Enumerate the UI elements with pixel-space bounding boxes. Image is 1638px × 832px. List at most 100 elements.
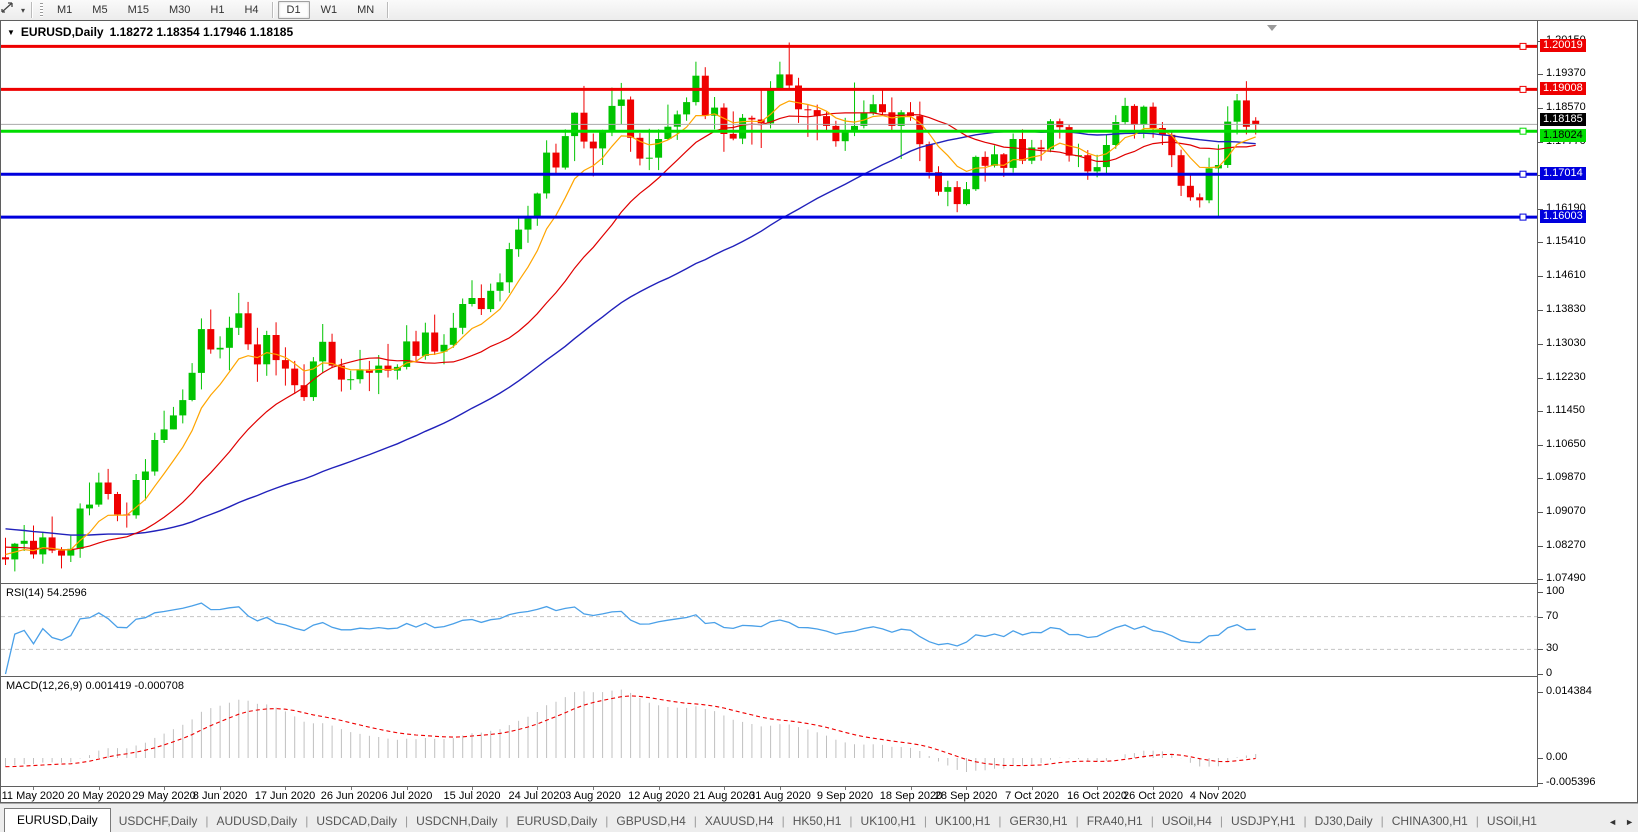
rsi-line bbox=[6, 603, 1256, 674]
line-drag-handle[interactable] bbox=[1520, 128, 1526, 134]
main-chart-canvas[interactable] bbox=[1, 21, 1537, 583]
macd-axis-tick-label: 0.00 bbox=[1546, 751, 1567, 763]
price-axis-tick-label: 1.07490 bbox=[1546, 572, 1586, 584]
price-axis-tick-label: 1.15410 bbox=[1546, 235, 1586, 247]
chart-tab-audusd-daily[interactable]: AUDUSD,Daily bbox=[209, 810, 306, 832]
rsi-axis-tick-label: 100 bbox=[1546, 585, 1564, 597]
price-axis-tick-label: 1.12230 bbox=[1546, 371, 1586, 383]
ma-fast-line bbox=[6, 101, 1256, 555]
toolbar-separator bbox=[272, 2, 274, 18]
chart-symbol-title: EURUSD,Daily bbox=[21, 25, 104, 39]
chart-title: ▼ EURUSD,Daily 1.18272 1.18354 1.17946 1… bbox=[7, 25, 293, 39]
time-axis-date-label: 15 Jul 2020 bbox=[444, 790, 501, 802]
chart-tab-hk50-h1[interactable]: HK50,H1 bbox=[785, 810, 850, 832]
time-axis-date-label: 4 Nov 2020 bbox=[1190, 790, 1246, 802]
price-axis-tick-label: 1.13030 bbox=[1546, 337, 1586, 349]
line-drag-handle[interactable] bbox=[1520, 171, 1526, 177]
timeframe-button-d1[interactable]: D1 bbox=[278, 1, 310, 19]
time-axis-date-label: 29 May 2020 bbox=[132, 790, 196, 802]
rsi-axis-tick-label: 30 bbox=[1546, 642, 1558, 654]
tool-dropdown-arrow-icon[interactable]: ▾ bbox=[21, 6, 25, 15]
timeframe-button-m30[interactable]: M30 bbox=[160, 1, 199, 19]
axis-tickmark bbox=[1538, 411, 1543, 412]
chart-collapse-icon[interactable]: ▼ bbox=[7, 28, 15, 37]
chart-tab-gbpusd-h4[interactable]: GBPUSD,H4 bbox=[608, 810, 693, 832]
timeframe-button-w1[interactable]: W1 bbox=[312, 1, 347, 19]
chart-tab-xauusd-h4[interactable]: XAUUSD,H4 bbox=[697, 810, 782, 832]
axis-tickmark bbox=[1538, 142, 1543, 143]
macd-histogram-group bbox=[6, 690, 1256, 772]
tab-scroll-left-icon[interactable]: ◄ bbox=[1604, 811, 1621, 832]
time-axis-date-label: 17 Jun 2020 bbox=[255, 790, 316, 802]
rsi-panel[interactable]: RSI(14) 54.2596 bbox=[1, 584, 1537, 677]
price-level-badge-1.19008: 1.19008 bbox=[1540, 82, 1586, 95]
timeframe-button-h4[interactable]: H4 bbox=[235, 1, 267, 19]
macd-canvas[interactable] bbox=[1, 677, 1537, 786]
chart-tab-dj30-daily[interactable]: DJ30,Daily bbox=[1307, 810, 1381, 832]
axis-tickmark bbox=[1538, 108, 1543, 109]
timeframe-button-group: M1M5M15M30H1H4 D1W1MN bbox=[47, 1, 392, 19]
line-drag-handle[interactable] bbox=[1520, 86, 1526, 92]
price-axis-tick-label: 1.09070 bbox=[1546, 505, 1586, 517]
axis-tickmark bbox=[1538, 649, 1543, 650]
price-panel[interactable]: ▼ EURUSD,Daily 1.18272 1.18354 1.17946 1… bbox=[1, 21, 1537, 584]
chart-tab-eurusd-daily[interactable]: EURUSD,Daily bbox=[509, 810, 606, 832]
axis-tickmark bbox=[1538, 478, 1543, 479]
chart-tab-china300-h1[interactable]: CHINA300,H1 bbox=[1384, 810, 1476, 832]
axis-tickmark bbox=[1538, 546, 1543, 547]
chart-tab-usdcnh-daily[interactable]: USDCNH,Daily bbox=[408, 810, 505, 832]
chart-tab-usoil-h1[interactable]: USOil,H1 bbox=[1479, 810, 1545, 832]
toolbar-grip-handle[interactable] bbox=[40, 3, 43, 17]
price-axis-tick-label: 1.09870 bbox=[1546, 471, 1586, 483]
price-level-badge-1.17014: 1.17014 bbox=[1540, 167, 1586, 180]
time-axis-date-label: 31 Aug 2020 bbox=[749, 790, 811, 802]
chart-tab-usdchf-daily[interactable]: USDCHF,Daily bbox=[111, 810, 206, 832]
chart-tab-uk100-h1[interactable]: UK100,H1 bbox=[853, 810, 924, 832]
axis-tickmark bbox=[1538, 378, 1543, 379]
ma-mid-line bbox=[6, 113, 1256, 550]
axis-tickmark bbox=[1538, 758, 1543, 759]
timeframe-button-mn[interactable]: MN bbox=[348, 1, 383, 19]
time-axis-date-label: 7 Oct 2020 bbox=[1005, 790, 1059, 802]
timeframe-button-m1[interactable]: M1 bbox=[48, 1, 81, 19]
price-axis-tick-label: 1.08270 bbox=[1546, 539, 1586, 551]
time-axis-date-label: 16 Oct 2020 bbox=[1067, 790, 1127, 802]
chart-tab-ger30-h1[interactable]: GER30,H1 bbox=[1002, 810, 1076, 832]
time-axis-date-label: 24 Jul 2020 bbox=[509, 790, 566, 802]
timeframe-button-m15[interactable]: M15 bbox=[119, 1, 158, 19]
price-axis-tick-label: 1.18570 bbox=[1546, 101, 1586, 113]
time-axis-date-label: 18 Sep 2020 bbox=[880, 790, 942, 802]
ma-slow-line bbox=[6, 131, 1256, 535]
time-axis[interactable]: 11 May 202020 May 202029 May 20208 Jun 2… bbox=[1, 787, 1537, 802]
chart-shift-marker-icon[interactable] bbox=[1267, 25, 1277, 31]
axis-tickmark bbox=[1538, 276, 1543, 277]
axis-tickmark bbox=[1538, 617, 1543, 618]
price-axis-tick-label: 1.19370 bbox=[1546, 67, 1586, 79]
chart-tab-usdcad-daily[interactable]: USDCAD,Daily bbox=[308, 810, 405, 832]
axis-tickmark bbox=[1538, 310, 1543, 311]
rsi-axis-tick-label: 0 bbox=[1546, 667, 1552, 679]
time-axis-date-label: 12 Aug 2020 bbox=[628, 790, 690, 802]
macd-panel[interactable]: MACD(12,26,9) 0.001419 -0.000708 bbox=[1, 677, 1537, 787]
macd-axis-tick-label: 0.014384 bbox=[1546, 685, 1592, 697]
chart-tabs: EURUSD,DailyUSDCHF,Daily|AUDUSD,Daily|US… bbox=[0, 807, 1600, 832]
macd-indicator-label: MACD(12,26,9) 0.001419 -0.000708 bbox=[6, 680, 184, 692]
axis-tickmark bbox=[1538, 783, 1543, 784]
chart-tab-fra40-h1[interactable]: FRA40,H1 bbox=[1079, 810, 1151, 832]
axis-tickmark bbox=[1538, 344, 1543, 345]
timeframe-button-h1[interactable]: H1 bbox=[201, 1, 233, 19]
chart-tab-usoil-h4[interactable]: USOil,H4 bbox=[1154, 810, 1220, 832]
price-axis-tick-label: 1.13830 bbox=[1546, 303, 1586, 315]
time-axis-date-label: 3 Aug 2020 bbox=[565, 790, 621, 802]
line-drag-handle[interactable] bbox=[1520, 214, 1526, 220]
line-drag-handle[interactable] bbox=[1520, 43, 1526, 49]
crosshair-tool-icon[interactable] bbox=[4, 3, 20, 17]
toolbar: ▾ M1M5M15M30H1H4 D1W1MN bbox=[0, 0, 1638, 21]
timeframe-button-m5[interactable]: M5 bbox=[83, 1, 116, 19]
chart-tab-eurusd-daily[interactable]: EURUSD,Daily bbox=[4, 808, 111, 832]
chart-tab-uk100-h1[interactable]: UK100,H1 bbox=[927, 810, 998, 832]
chart-tab-usdjpy-h1[interactable]: USDJPY,H1 bbox=[1223, 810, 1303, 832]
tab-scroll-right-icon[interactable]: ► bbox=[1621, 811, 1638, 832]
chart-window: ▼ EURUSD,Daily 1.18272 1.18354 1.17946 1… bbox=[0, 20, 1638, 803]
rsi-canvas[interactable] bbox=[1, 584, 1537, 676]
